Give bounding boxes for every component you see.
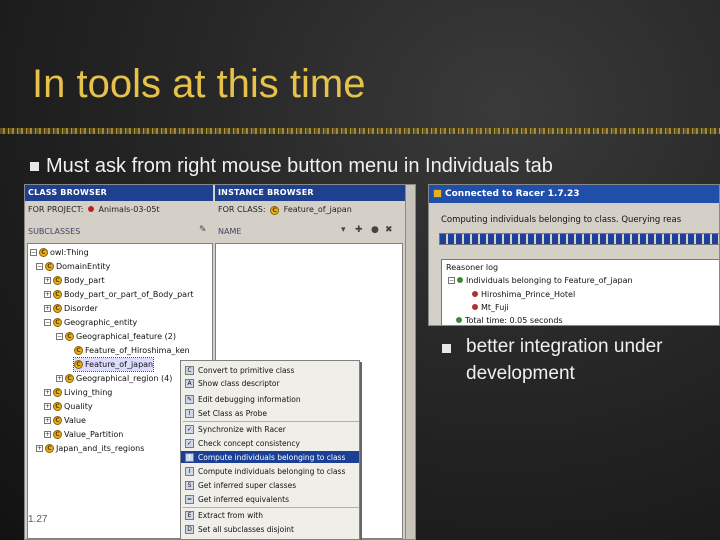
tree-item[interactable]: − C Geographical_feature (2) bbox=[56, 330, 176, 343]
menu-item-convert-primitive[interactable]: C Convert to primitive class bbox=[181, 364, 359, 376]
menu-item-compute-individuals[interactable]: I Compute individuals belonging to class bbox=[181, 451, 359, 463]
log-row[interactable]: Hiroshima_Prince_Hotel bbox=[472, 288, 575, 300]
subclasses-label: SUBCLASSES bbox=[28, 227, 81, 236]
title-divider bbox=[0, 128, 720, 134]
menu-item-inferred-superclasses[interactable]: S Get inferred super classes bbox=[181, 479, 359, 491]
menu-item-show-descriptor[interactable]: A Show class descriptor bbox=[181, 377, 359, 389]
tree-item[interactable]: + C Disorder bbox=[44, 302, 98, 315]
menu-item-synchronize[interactable]: ✓ Synchronize with Racer bbox=[181, 423, 359, 435]
slide-number: 1.27 bbox=[28, 514, 48, 525]
tree-item[interactable]: + C Living_thing bbox=[44, 386, 112, 399]
create-class-icon[interactable]: ✎ bbox=[199, 225, 207, 235]
instance-browser-header: INSTANCE BROWSER bbox=[215, 185, 415, 201]
project-dot-icon bbox=[87, 206, 94, 212]
class-value: Feature_of_japan bbox=[283, 205, 352, 214]
menu-item-compute-individuals-2[interactable]: I Compute individuals belonging to class bbox=[181, 465, 359, 477]
racer-status-text: Computing individuals belonging to class… bbox=[441, 215, 682, 225]
menu-separator bbox=[183, 507, 359, 508]
project-row: FOR PROJECT: Animals-03-05t bbox=[25, 201, 213, 219]
tree-item[interactable]: + C Value bbox=[44, 414, 86, 427]
class-icon: C bbox=[270, 206, 280, 215]
tree-item[interactable]: − C Geographic_entity bbox=[44, 316, 137, 329]
bullet-marker bbox=[442, 344, 451, 353]
project-value: Animals-03-05t bbox=[98, 205, 160, 214]
racer-dialog: Connected to Racer 1.7.23 Computing indi… bbox=[428, 184, 720, 326]
menu-item-edit-debugging[interactable]: ✎ Edit debugging information bbox=[181, 393, 359, 405]
third-pane-strip bbox=[405, 185, 415, 539]
menu-item-check-consistency[interactable]: ✓ Check concept consistency bbox=[181, 437, 359, 449]
bullet-marker bbox=[30, 162, 39, 171]
delete-instance-icon[interactable]: ● bbox=[371, 225, 379, 235]
menu-item-set-probe[interactable]: ! Set Class as Probe bbox=[181, 407, 359, 419]
add-instance-icon[interactable]: ✚ bbox=[355, 225, 363, 235]
racer-progress-bar bbox=[439, 233, 719, 245]
bullet-text-line1: better integration under bbox=[466, 336, 663, 357]
tree-item[interactable]: + C Japan_and_its_regions bbox=[36, 442, 144, 455]
log-row[interactable]: − Individuals belonging to Feature_of_jap… bbox=[448, 274, 633, 286]
bullet-text-line2: development bbox=[466, 363, 575, 384]
tree-item[interactable]: − C DomainEntity bbox=[36, 260, 110, 273]
slide-title: In tools at this time bbox=[32, 62, 366, 106]
racer-dialog-title: Connected to Racer 1.7.23 bbox=[429, 185, 719, 203]
project-label: FOR PROJECT: bbox=[28, 205, 84, 214]
remove-icon[interactable]: ✖ bbox=[385, 225, 393, 235]
name-label: NAME bbox=[218, 227, 242, 236]
class-label: FOR CLASS: bbox=[218, 205, 266, 214]
tree-item[interactable]: C Feature_of_Hiroshima_ken bbox=[74, 344, 190, 357]
dropdown-arrow-icon[interactable]: ▾ bbox=[341, 225, 346, 235]
menu-item-extract[interactable]: E Extract from with bbox=[181, 509, 359, 521]
tree-item[interactable]: + C Quality bbox=[44, 400, 93, 413]
tree-item[interactable]: − Cowl:Thing bbox=[30, 246, 89, 259]
context-menu: C Convert to primitive class A Show class … bbox=[180, 360, 360, 540]
menu-item-inferred-equivalents[interactable]: = Get inferred equivalents bbox=[181, 493, 359, 505]
tree-item[interactable]: + C Body_part_or_part_of_Body_part bbox=[44, 288, 194, 301]
tree-item[interactable]: + C Geographical_region (4) bbox=[56, 372, 172, 385]
class-row: FOR CLASS: C Feature_of_japan bbox=[215, 201, 415, 219]
racer-app-icon bbox=[433, 189, 442, 198]
log-row[interactable]: Total time: 0.05 seconds bbox=[456, 314, 563, 325]
menu-separator bbox=[183, 421, 359, 422]
tree-item[interactable]: + C Body_part bbox=[44, 274, 105, 287]
log-label: Reasoner log bbox=[446, 262, 499, 272]
subclasses-row: SUBCLASSES bbox=[25, 223, 213, 241]
menu-item-set-disjoint[interactable]: D Set all subclasses disjoint bbox=[181, 523, 359, 535]
tree-item-selected[interactable]: C Feature_of_japan bbox=[72, 357, 155, 372]
class-browser-header: CLASS BROWSER bbox=[25, 185, 213, 201]
tree-item[interactable]: + C Value_Partition bbox=[44, 428, 123, 441]
log-row[interactable]: Mt_Fuji bbox=[472, 301, 509, 313]
bullet-text: Must ask from right mouse button menu in… bbox=[46, 155, 553, 177]
racer-log: Reasoner log − Individuals belonging to F… bbox=[441, 259, 719, 325]
